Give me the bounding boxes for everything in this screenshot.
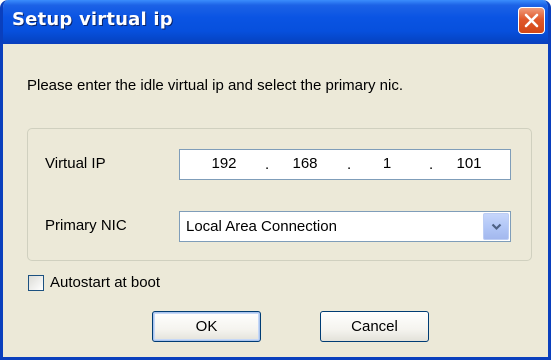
ip-separator: . xyxy=(265,156,270,173)
window-title: Setup virtual ip xyxy=(12,9,173,30)
close-icon xyxy=(524,13,539,28)
ip-octet-1[interactable]: 192 xyxy=(199,155,249,172)
ip-separator: . xyxy=(429,156,434,173)
primary-nic-label: Primary NIC xyxy=(45,217,127,234)
virtual-ip-label: Virtual IP xyxy=(45,155,106,172)
ip-octet-2[interactable]: 168 xyxy=(280,155,330,172)
close-button[interactable] xyxy=(518,7,545,34)
primary-nic-select[interactable]: Local Area Connection xyxy=(179,211,511,242)
instruction-text: Please enter the idle virtual ip and sel… xyxy=(27,77,404,94)
autostart-label[interactable]: Autostart at boot xyxy=(50,274,160,291)
ip-octet-3[interactable]: 1 xyxy=(362,155,412,172)
title-bar[interactable]: Setup virtual ip xyxy=(3,0,548,44)
cancel-button[interactable]: Cancel xyxy=(320,311,429,342)
chevron-down-icon xyxy=(491,223,501,230)
dropdown-button[interactable] xyxy=(483,213,509,240)
ok-button[interactable]: OK xyxy=(152,311,261,342)
ip-octet-4[interactable]: 101 xyxy=(444,155,494,172)
autostart-checkbox[interactable] xyxy=(28,275,44,291)
primary-nic-value: Local Area Connection xyxy=(186,218,337,235)
virtual-ip-field[interactable]: 192 . 168 . 1 . 101 xyxy=(179,149,511,180)
ip-separator: . xyxy=(347,156,352,173)
